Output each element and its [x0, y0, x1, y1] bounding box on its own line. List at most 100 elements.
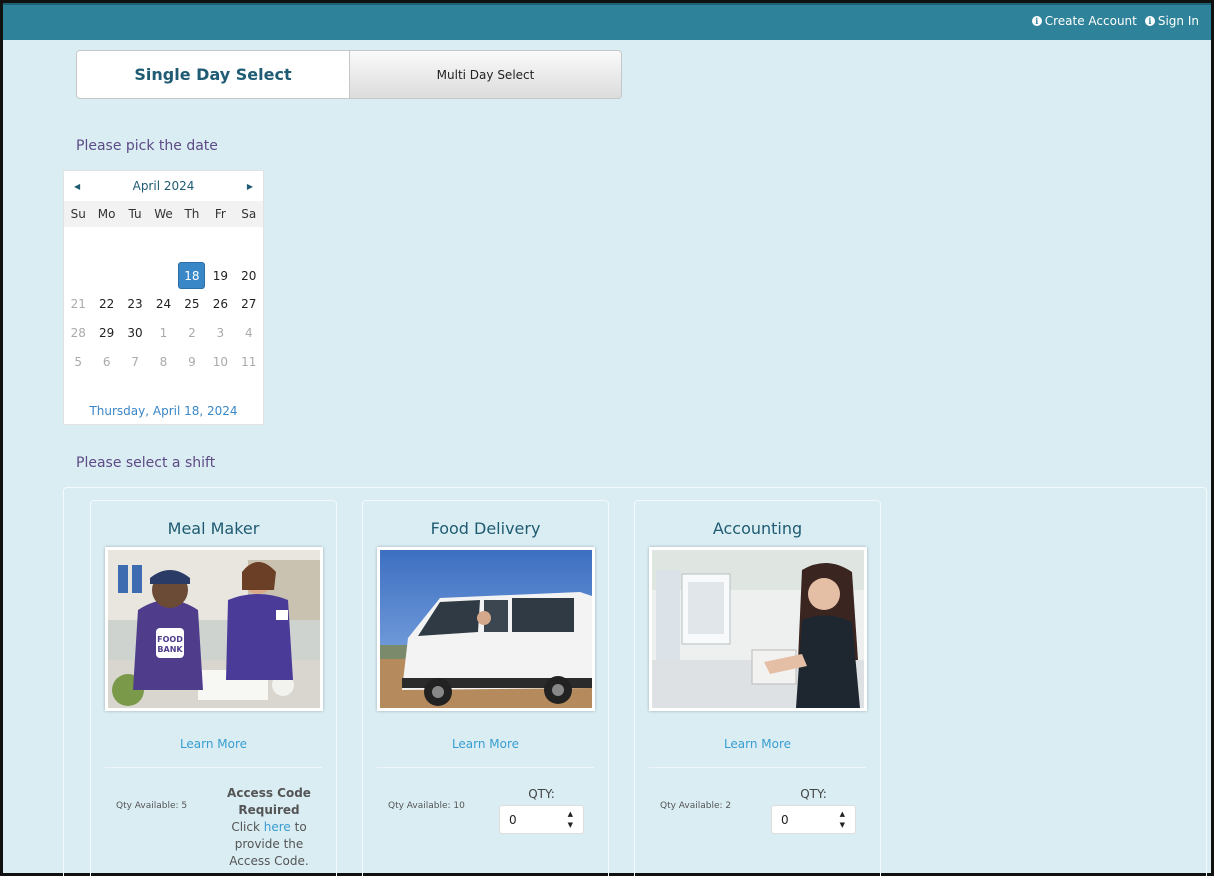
calendar-day[interactable]: 6 — [92, 347, 120, 376]
calendar-day[interactable]: 4 — [235, 319, 263, 348]
calendar-day[interactable]: 7 — [121, 347, 149, 376]
calendar-day — [149, 262, 177, 291]
calendar-day[interactable]: 8 — [149, 347, 177, 376]
calendar-day[interactable]: 3 — [206, 319, 234, 348]
pick-date-label: Please pick the date — [76, 138, 218, 154]
calendar-day-number: 26 — [212, 297, 228, 312]
tab-multi-day-select[interactable]: Multi Day Select — [349, 51, 621, 98]
calendar-day[interactable]: 28 — [64, 319, 92, 348]
shift-title: Meal Maker — [167, 519, 260, 538]
calendar-day-number: 11 — [241, 354, 257, 369]
weekday-header: Sa — [241, 207, 257, 221]
calendar-day[interactable]: 10 — [206, 347, 234, 376]
calendar-day-number: 27 — [241, 297, 257, 312]
spinner-arrows-icon[interactable]: ▲ ▼ — [568, 809, 573, 831]
weekday-header: Th — [184, 207, 200, 221]
calendar-day-number: 25 — [184, 297, 200, 312]
date-mode-tabs: Single Day Select Multi Day Select — [76, 50, 622, 99]
top-bar: i Create Account i Sign In — [3, 3, 1211, 40]
qty-available: Qty Available: 5 — [116, 801, 188, 811]
info-icon: i — [1031, 16, 1042, 26]
calendar-day — [235, 233, 263, 262]
card-divider — [377, 767, 594, 768]
calendar-day[interactable]: 25 — [178, 290, 206, 319]
access-code-title: Access Code Required — [227, 786, 311, 817]
calendar-day-number: 29 — [98, 326, 115, 341]
shift-title: Accounting — [712, 519, 803, 538]
calendar-day-number: 8 — [159, 354, 168, 369]
qty-available: Qty Available: 10 — [388, 801, 465, 811]
calendar-day[interactable]: 20 — [235, 262, 263, 291]
calendar-day[interactable]: 24 — [149, 290, 177, 319]
calendar-day-number: 9 — [188, 354, 196, 369]
calendar-day-number: 21 — [70, 297, 86, 312]
calendar-day — [92, 233, 120, 262]
calendar-day — [121, 233, 149, 262]
calendar-header: ◀ April 2024 ▶ — [64, 171, 263, 201]
learn-more-link[interactable]: Learn More — [635, 737, 880, 751]
calendar-day-number: 28 — [70, 326, 86, 341]
top-nav: i Create Account i Sign In — [1031, 14, 1199, 28]
calendar-day-number: 3 — [216, 326, 225, 341]
calendar-day-number: 20 — [241, 268, 257, 283]
learn-more-link[interactable]: Learn More — [91, 737, 336, 751]
calendar-day-number: 18 — [178, 262, 206, 290]
calendar-month-title: April 2024 — [132, 179, 195, 193]
calendar-day — [64, 233, 92, 262]
svg-text:BANK: BANK — [157, 645, 183, 654]
calendar-day[interactable]: 21 — [64, 290, 92, 319]
weekday-header: Mo — [97, 207, 116, 221]
shift-card-accounting: Accounting Learn More Qty Available: 2 Q… — [634, 500, 881, 876]
card-divider — [105, 767, 322, 768]
calendar-day[interactable]: 2 — [178, 319, 206, 348]
shift-card-food-delivery: Food Delivery Learn More Qty Available: … — [362, 500, 609, 876]
calendar-day[interactable]: 30 — [121, 319, 149, 348]
calendar-day-number: 19 — [212, 268, 228, 283]
access-code-here-link[interactable]: here — [264, 820, 291, 834]
calendar-day[interactable]: 22 — [92, 290, 120, 319]
create-account-link[interactable]: i Create Account — [1031, 14, 1137, 28]
calendar-day — [149, 233, 177, 262]
calendar-day[interactable]: 11 — [235, 347, 263, 376]
qty-label: QTY: — [528, 787, 555, 801]
date-picker-calendar: ◀ April 2024 ▶ Su Mo Tu We Th Fr Sa 18 19 20 21 22… — [63, 170, 264, 425]
calendar-weekdays: Su Mo Tu We Th Fr Sa — [64, 201, 263, 227]
spinner-arrows-icon[interactable]: ▲ ▼ — [840, 809, 845, 831]
prev-month-icon[interactable]: ◀ — [74, 182, 80, 191]
learn-more-link[interactable]: Learn More — [363, 737, 608, 751]
calendar-days: 18 19 20 21 22 23 24 25 26 27 28 29 30 1 2 3 4 5 6 7 8 9 10 11 — [64, 227, 263, 405]
calendar-day[interactable]: 29 — [92, 319, 120, 348]
qty-value: 0 — [509, 812, 517, 827]
weekday-header: Tu — [128, 207, 142, 221]
calendar-day[interactable]: 26 — [206, 290, 234, 319]
sign-in-link[interactable]: i Sign In — [1144, 14, 1199, 28]
food-delivery-image — [380, 550, 592, 708]
calendar-day[interactable]: 5 — [64, 347, 92, 376]
shift-photo-food-delivery — [377, 547, 595, 711]
calendar-day[interactable]: 23 — [121, 290, 149, 319]
calendar-day — [64, 262, 92, 291]
qty-stepper[interactable]: 0 ▲ ▼ — [771, 805, 856, 834]
calendar-day — [178, 233, 206, 262]
calendar-day-number: 24 — [155, 297, 172, 312]
calendar-day[interactable]: 27 — [235, 290, 263, 319]
calendar-day — [206, 233, 234, 262]
access-code-pre: Click — [231, 820, 260, 834]
selected-date-text: Thursday, April 18, 2024 — [89, 404, 238, 418]
shift-card-meal-maker: Meal Maker FOOD BANK Learn More Qty Avai… — [90, 500, 337, 876]
calendar-day-number: 7 — [131, 354, 139, 369]
shift-title: Food Delivery — [430, 519, 541, 538]
next-month-icon[interactable]: ▶ — [247, 182, 253, 191]
calendar-day-selected[interactable]: 18 — [178, 262, 206, 291]
tab-single-day-select[interactable]: Single Day Select — [77, 51, 349, 98]
calendar-day[interactable]: 9 — [178, 347, 206, 376]
access-code-notice: Access Code Required Click here to provi… — [221, 785, 317, 870]
calendar-day[interactable]: 19 — [206, 262, 234, 291]
calendar-day-number: 30 — [127, 326, 143, 341]
calendar-day[interactable]: 1 — [149, 319, 177, 348]
calendar-day-number: 1 — [159, 326, 168, 341]
qty-stepper[interactable]: 0 ▲ ▼ — [499, 805, 584, 834]
accounting-image — [652, 550, 864, 708]
calendar-day-number: 6 — [102, 354, 111, 369]
calendar-day-number: 2 — [188, 326, 196, 341]
